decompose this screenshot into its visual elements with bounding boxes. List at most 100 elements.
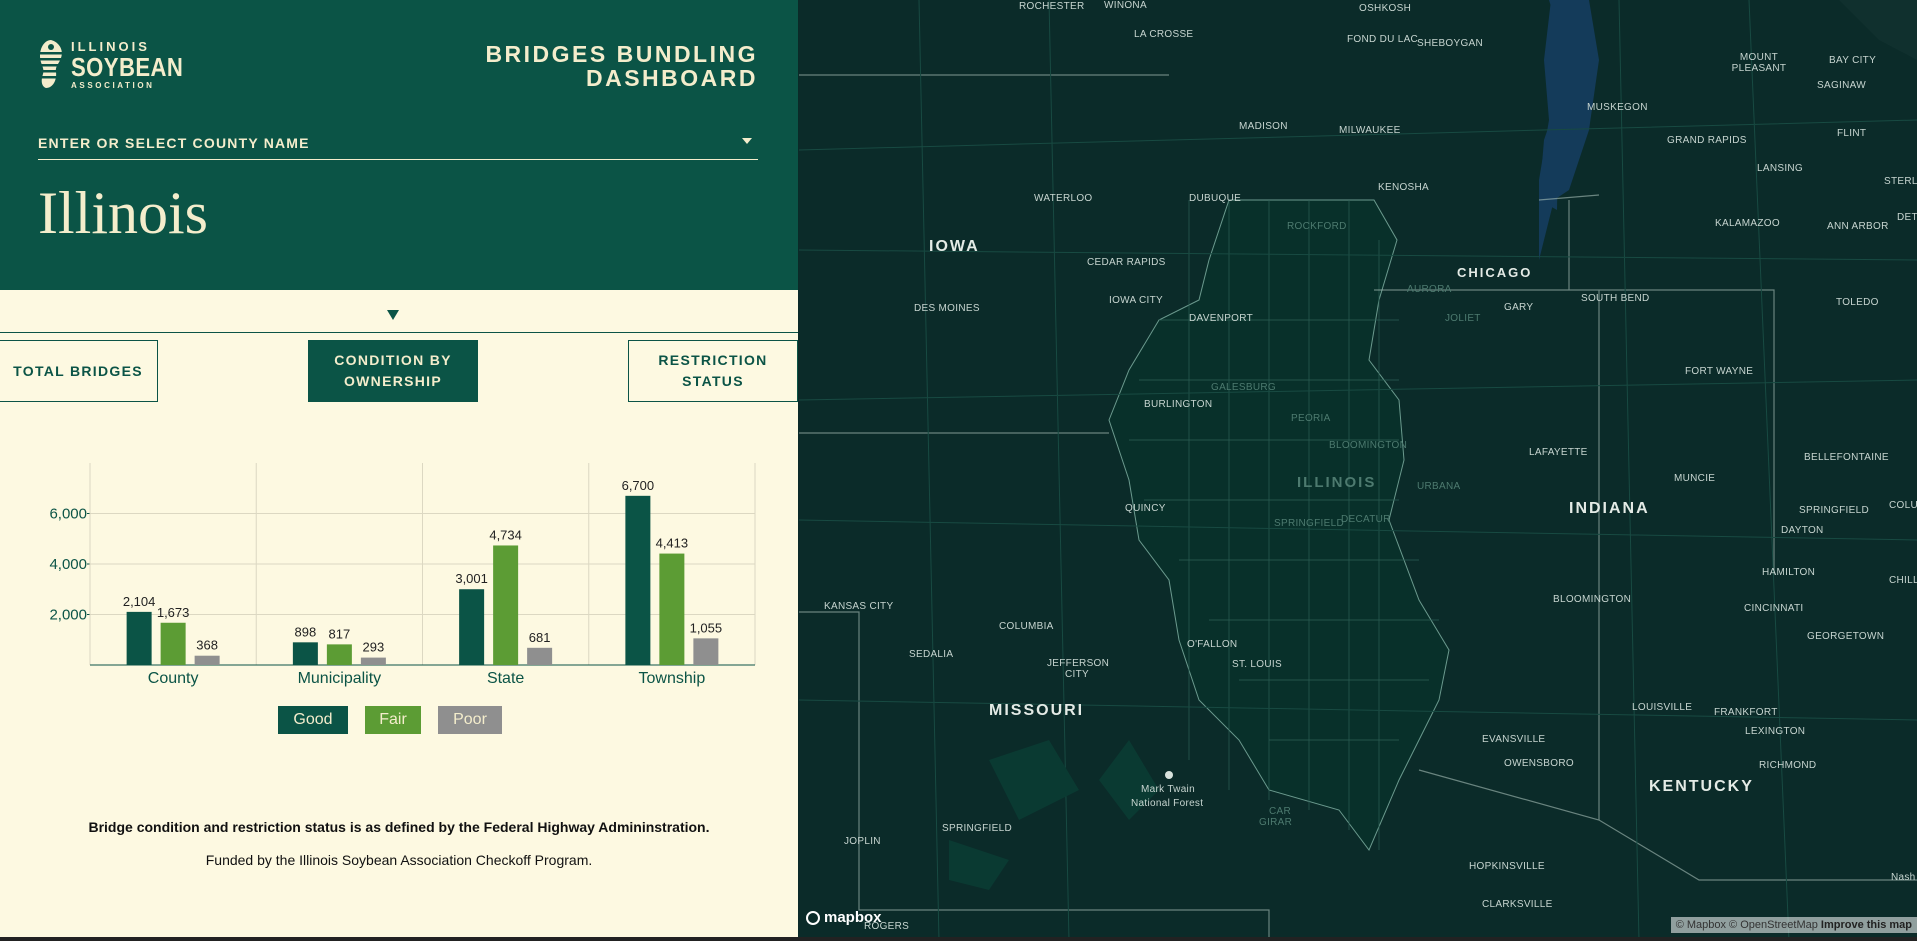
city-label: O'FALLON xyxy=(1187,639,1238,650)
city-label: BLOOMINGTON xyxy=(1329,440,1408,451)
city-label: DETRO xyxy=(1897,212,1917,223)
city-label: WINONA xyxy=(1104,0,1147,11)
dashboard-title-line-2: DASHBOARD xyxy=(586,65,758,91)
city-label: EVANSVILLE xyxy=(1482,734,1546,745)
logo-wordmark: ILLINOIS SOYBEAN ASSOCIATION xyxy=(71,38,203,90)
bar-poor xyxy=(527,647,553,665)
tab-restriction-status[interactable]: RESTRICTION STATUS xyxy=(628,340,798,402)
y-tick-label: 4,000 xyxy=(49,556,87,573)
city-label: Nash xyxy=(1891,872,1916,883)
bar-value-label: 6,700 xyxy=(622,478,655,493)
bar-fair xyxy=(326,644,352,665)
forest-areas xyxy=(949,740,1159,890)
city-label: MOUNT PLEASANT xyxy=(1731,52,1787,74)
mapbox-logo[interactable]: mapbox xyxy=(806,909,882,926)
dashboard-title: BRIDGES BUNDLING DASHBOARD xyxy=(438,42,758,90)
bar-good xyxy=(126,611,152,665)
bar-good xyxy=(625,495,651,665)
attribution-text[interactable]: © Mapbox © OpenStreetMap xyxy=(1676,919,1818,931)
city-label: MUNCIE xyxy=(1674,473,1716,484)
city-label: MADISON xyxy=(1239,121,1288,132)
bar-poor xyxy=(194,655,220,665)
city-label: DAVENPORT xyxy=(1189,313,1254,324)
funding-note: Funded by the Illinois Soybean Associati… xyxy=(205,852,593,868)
county-search-input[interactable] xyxy=(38,130,718,156)
x-category-label: State xyxy=(487,670,524,687)
city-label: COLUMBIA xyxy=(999,621,1054,632)
city-label: HOPKINSVILLE xyxy=(1469,861,1545,872)
logo-line-2: SOYBEAN xyxy=(71,52,184,82)
tab-total-bridges[interactable]: TOTAL BRIDGES xyxy=(0,340,158,402)
dashboard-header: ILLINOIS SOYBEAN ASSOCIATION BRIDGES BUN… xyxy=(0,0,798,290)
city-label: IOWA CITY xyxy=(1109,295,1163,306)
bar-value-label: 817 xyxy=(329,626,351,641)
collapse-caret-icon[interactable] xyxy=(387,310,399,320)
city-label: PEORIA xyxy=(1291,413,1331,424)
city-label: LAFAYETTE xyxy=(1529,447,1588,458)
city-label: FORT WAYNE xyxy=(1685,366,1754,377)
city-label: FOND DU LAC xyxy=(1347,34,1419,45)
bar-value-label: 1,673 xyxy=(157,605,190,620)
city-label: URBANA xyxy=(1417,481,1461,492)
city-label: CAR xyxy=(1269,806,1292,817)
mapbox-mark-icon xyxy=(806,910,820,925)
map-view[interactable]: IOWA MISSOURI INDIANA KENTUCKY ILLINOIS … xyxy=(799,0,1917,941)
bar-value-label: 368 xyxy=(196,638,218,653)
city-label: STERLING HEIGHTS xyxy=(1884,176,1917,187)
city-label: AURORA xyxy=(1407,284,1452,295)
condition-definition-note: Bridge condition and restriction status … xyxy=(88,819,710,835)
city-label: JOLIET xyxy=(1445,313,1481,324)
city-label: OSHKOSH xyxy=(1359,3,1412,14)
forest-label: Mark Twain xyxy=(1141,784,1195,795)
legend-poor[interactable]: Poor xyxy=(438,706,502,734)
map-canvas[interactable] xyxy=(799,0,1917,941)
bar-value-label: 4,413 xyxy=(656,536,689,551)
city-label: WATERLOO xyxy=(1034,193,1093,204)
legend-good[interactable]: Good xyxy=(278,706,348,734)
tab-condition-by-ownership[interactable]: CONDITION BY OWNERSHIP xyxy=(308,340,478,402)
city-label: KALAMAZOO xyxy=(1715,218,1780,229)
bar-good xyxy=(292,642,318,665)
city-label: BLOOMINGTON xyxy=(1553,594,1632,605)
bar-fair xyxy=(659,553,685,665)
city-label: SPRINGFIELD xyxy=(942,823,1012,834)
state-label-missouri: MISSOURI xyxy=(989,702,1085,719)
association-logo: ILLINOIS SOYBEAN ASSOCIATION xyxy=(37,38,183,90)
city-label: DUBUQUE xyxy=(1189,193,1242,204)
county-select[interactable] xyxy=(38,130,758,160)
bar-value-label: 1,055 xyxy=(690,620,723,635)
city-label: HAMILTON xyxy=(1762,567,1816,578)
state-label-indiana: INDIANA xyxy=(1569,500,1650,517)
y-tick-label: 6,000 xyxy=(49,506,87,523)
city-label: GRAND RAPIDS xyxy=(1667,135,1747,146)
city-label: FRANKFORT xyxy=(1714,707,1778,718)
lake-huron xyxy=(1839,0,1917,60)
city-label: MUSKEGON xyxy=(1587,102,1648,113)
bar-poor xyxy=(360,657,386,665)
window-bottom-edge xyxy=(0,937,1917,941)
city-label: ROCHESTER xyxy=(1019,1,1085,12)
bar-poor xyxy=(693,638,719,665)
bar-value-label: 898 xyxy=(295,624,317,639)
x-category-label: Municipality xyxy=(298,670,382,687)
condition-bar-chart: 2,000 4,000 6,000 2,1041,673 368 County 898 817… xyxy=(49,463,756,687)
selected-place-name: Illinois xyxy=(38,180,209,246)
map-attribution: © Mapbox © OpenStreetMap Improve this ma… xyxy=(1670,917,1917,933)
city-label: BAY CITY xyxy=(1829,55,1877,66)
bar-value-label: 681 xyxy=(529,630,551,645)
city-label: SOUTH BEND xyxy=(1581,293,1650,304)
city-label: ANN ARBOR xyxy=(1827,221,1889,232)
city-label: CHILLIC xyxy=(1889,575,1917,586)
city-label: COLUM xyxy=(1889,500,1917,511)
dropdown-caret-icon[interactable] xyxy=(742,138,752,144)
forest-label: National Forest xyxy=(1131,798,1204,809)
city-label: CLARKSVILLE xyxy=(1482,899,1553,910)
city-label: SPRINGFIELD xyxy=(1799,505,1869,516)
improve-map-link[interactable]: Improve this map xyxy=(1821,919,1912,931)
city-label: GALESBURG xyxy=(1211,382,1276,393)
city-label: CEDAR RAPIDS xyxy=(1087,257,1166,268)
city-label: JOPLIN xyxy=(844,836,881,847)
city-label: KENOSHA xyxy=(1378,182,1430,193)
legend-fair[interactable]: Fair xyxy=(365,706,421,734)
city-label: LANSING xyxy=(1757,163,1804,174)
